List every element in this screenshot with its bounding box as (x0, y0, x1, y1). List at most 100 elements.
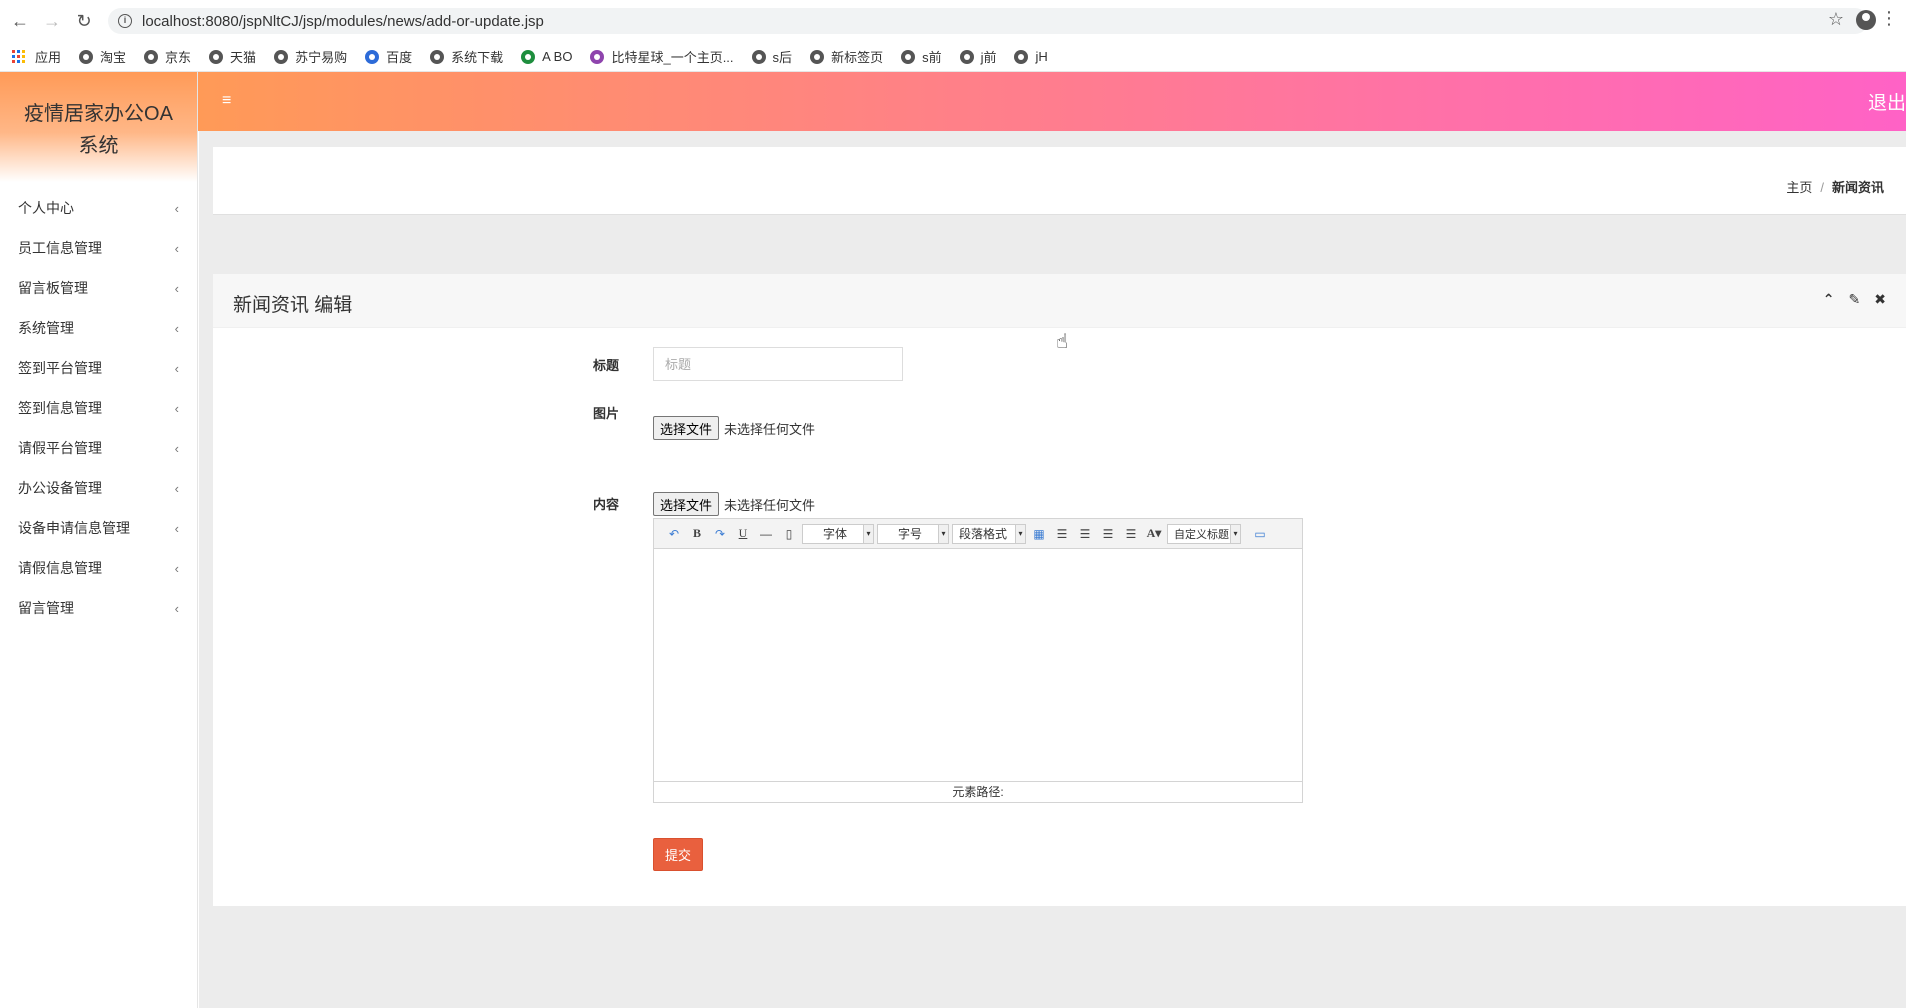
bookmark-star-icon[interactable]: ☆ (1828, 9, 1844, 30)
leaf-icon (521, 49, 536, 64)
more-menu-icon[interactable]: ⋮ (1880, 8, 1898, 29)
bookmark-label: 苏宁易购 (295, 50, 348, 65)
hamburger-menu-icon[interactable]: ≡ (222, 92, 231, 110)
sidebar-item-message-board[interactable]: 留言板管理 ‹ (0, 268, 197, 308)
bold-icon[interactable]: B (687, 524, 707, 544)
font-select-label: 字体 (823, 527, 848, 541)
sidebar: 疫情居家办公OA系统 个人中心 ‹ 员工信息管理 ‹ 留言板管理 ‹ 系统管理 ‹ 签到… (0, 72, 198, 1008)
table-icon[interactable]: ▦ (1029, 524, 1049, 544)
bookmark-label: 天猫 (230, 50, 257, 65)
sidebar-item-personal-center[interactable]: 个人中心 ‹ (0, 188, 197, 228)
sidebar-item-checkin-platform[interactable]: 签到平台管理 ‹ (0, 348, 197, 388)
bookmark-label: s后 (772, 50, 793, 65)
back-icon[interactable]: ← (8, 9, 32, 33)
bookmark-label: 比特星球_一个主页... (611, 50, 734, 65)
content-choose-file-button[interactable]: 选择文件 (653, 492, 720, 516)
chevron-left-icon: ‹ (174, 560, 179, 576)
breadcrumb-home[interactable]: 主页 (1786, 180, 1812, 195)
custom-title-select-label: 自定义标题 (1174, 528, 1229, 541)
size-select[interactable]: 字号 ▾ (877, 523, 949, 544)
bookmark-item[interactable]: 新标签页 (810, 47, 883, 66)
collapse-icon[interactable]: ⌃ (1823, 291, 1835, 308)
bookmark-item[interactable]: 系统下载 (430, 47, 503, 66)
apps-grid-icon (12, 49, 26, 64)
font-color-icon[interactable]: A▾ (1144, 524, 1164, 544)
title-input[interactable] (653, 347, 903, 381)
bookmark-item[interactable]: 比特星球_一个主页... (590, 47, 734, 66)
image-no-file-text: 未选择任何文件 (724, 421, 816, 437)
align-right-icon[interactable]: ☰ (1075, 524, 1095, 544)
align-center-icon[interactable]: ☰ (1098, 524, 1118, 544)
sidebar-item-label: 请假信息管理 (18, 560, 102, 576)
submit-button[interactable]: 提交 (653, 838, 703, 871)
bookmark-item[interactable]: s后 (751, 47, 793, 66)
undo-icon[interactable]: ↶ (664, 524, 684, 544)
bookmark-item[interactable]: j前 (959, 47, 996, 66)
page-icon[interactable]: ▯ (779, 524, 799, 544)
url-field[interactable]: i localhost:8080/jspNltCJ/jsp/modules/ne… (108, 8, 1868, 34)
bookmark-label: A BO (542, 49, 573, 64)
sidebar-item-leave-platform[interactable]: 请假平台管理 ‹ (0, 428, 197, 468)
sidebar-item-leave-info[interactable]: 请假信息管理 ‹ (0, 548, 197, 588)
bookmark-item[interactable]: 京东 (144, 47, 191, 66)
content-file-row: 选择文件 未选择任何文件 (653, 492, 815, 516)
sidebar-item-employee-info[interactable]: 员工信息管理 ‹ (0, 228, 197, 268)
chevron-left-icon: ‹ (174, 360, 179, 376)
bookmark-label: jH (1035, 49, 1048, 64)
content-label: 内容 (593, 497, 620, 512)
horizontal-rule-icon[interactable]: — (756, 524, 776, 544)
logout-link[interactable]: 退出 (1868, 88, 1906, 115)
custom-title-select[interactable]: 自定义标题 ▾ (1167, 523, 1241, 544)
align-justify-icon[interactable]: ☰ (1121, 524, 1141, 544)
paragraph-select-label: 段落格式 (959, 527, 1008, 541)
info-icon[interactable]: i (118, 14, 132, 28)
title-label: 标题 (593, 358, 620, 373)
chevron-left-icon: ‹ (174, 440, 179, 456)
content-no-file-text: 未选择任何文件 (724, 497, 816, 513)
sidebar-item-label: 签到平台管理 (18, 360, 102, 376)
bookmark-apps[interactable]: 应用 (12, 47, 61, 66)
sidebar-item-messages[interactable]: 留言管理 ‹ (0, 588, 197, 628)
sidebar-item-label: 签到信息管理 (18, 400, 102, 416)
globe-icon (209, 49, 224, 64)
sidebar-item-office-equipment[interactable]: 办公设备管理 ‹ (0, 468, 197, 508)
bookmark-item[interactable]: 天猫 (209, 47, 256, 66)
bookmark-item[interactable]: s前 (901, 47, 942, 66)
wrench-icon[interactable]: ✎ (1849, 291, 1861, 308)
editor-content-area[interactable] (654, 549, 1302, 781)
preview-icon[interactable]: ▭ (1250, 524, 1270, 544)
sidebar-item-equipment-request[interactable]: 设备申请信息管理 ‹ (0, 508, 197, 548)
panel-tools: ⌃ ✎ ✖ (1823, 291, 1886, 308)
globe-icon (79, 49, 94, 64)
chevron-left-icon: ‹ (174, 240, 179, 256)
account-icon[interactable] (1856, 10, 1876, 30)
sidebar-item-checkin-info[interactable]: 签到信息管理 ‹ (0, 388, 197, 428)
sidebar-item-label: 办公设备管理 (18, 480, 102, 496)
bookmark-label: s前 (922, 50, 942, 65)
bookmark-item[interactable]: A BO (521, 49, 572, 64)
bookmark-item[interactable]: 淘宝 (79, 47, 126, 66)
underline-icon[interactable]: U (733, 524, 753, 544)
bookmark-item[interactable]: 百度 (365, 47, 412, 66)
dropdown-arrow-icon: ▾ (938, 524, 948, 543)
image-choose-file-button[interactable]: 选择文件 (653, 416, 720, 440)
close-icon[interactable]: ✖ (1874, 291, 1886, 308)
forward-icon[interactable]: → (40, 9, 64, 33)
bookmark-item[interactable]: jH (1014, 49, 1048, 64)
paragraph-select[interactable]: 段落格式 ▾ (952, 523, 1026, 544)
sidebar-item-system[interactable]: 系统管理 ‹ (0, 308, 197, 348)
bookmark-label: 新标签页 (831, 50, 884, 65)
app-title: 疫情居家办公OA系统 (24, 103, 173, 157)
url-text[interactable]: localhost:8080/jspNltCJ/jsp/modules/news… (142, 13, 544, 30)
bookmark-label: 淘宝 (100, 50, 127, 65)
redo-icon[interactable]: ↷ (710, 524, 730, 544)
reload-icon[interactable]: ↻ (72, 9, 96, 33)
chevron-left-icon: ‹ (174, 280, 179, 296)
font-select[interactable]: 字体 ▾ (802, 523, 874, 544)
align-left-icon[interactable]: ☰ (1052, 524, 1072, 544)
dropdown-arrow-icon: ▾ (1015, 524, 1025, 543)
sidebar-menu: 个人中心 ‹ 员工信息管理 ‹ 留言板管理 ‹ 系统管理 ‹ 签到平台管理 ‹ 签到信息管… (0, 182, 197, 628)
bookmark-item[interactable]: 苏宁易购 (274, 47, 347, 66)
chevron-left-icon: ‹ (174, 480, 179, 496)
paw-icon (365, 49, 380, 64)
